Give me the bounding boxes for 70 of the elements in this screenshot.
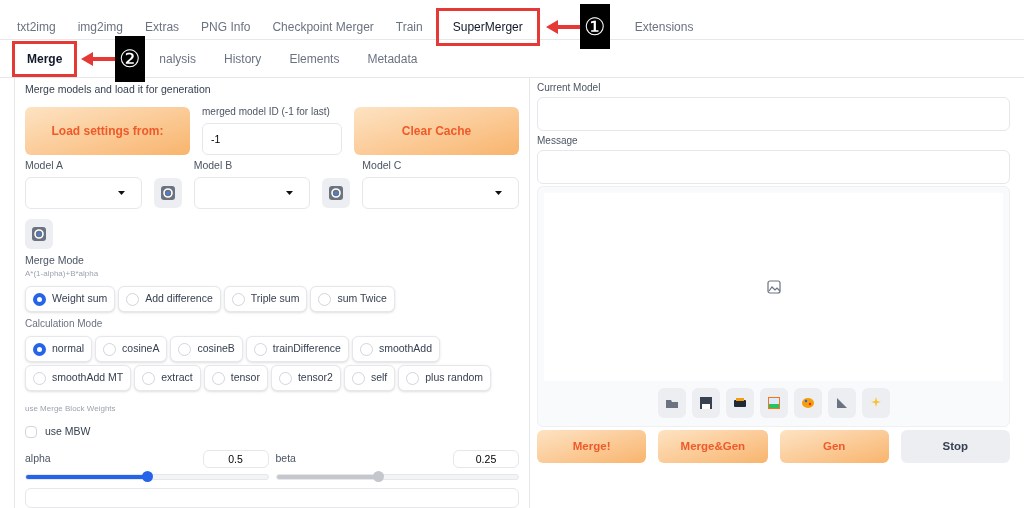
radio-option[interactable]: Triple sum [223, 286, 308, 313]
set-square-button[interactable] [827, 388, 856, 418]
checkbox-label: use MBW [45, 424, 91, 440]
refresh-button[interactable] [322, 177, 351, 208]
tab[interactable]: Checkpoint Merger [261, 17, 385, 36]
radio-option[interactable]: Weight sum [25, 286, 116, 313]
floppy-disk-button[interactable] [691, 388, 720, 418]
tab[interactable]: img2img [66, 17, 135, 36]
caret-icon [286, 190, 294, 195]
radio-option[interactable]: self [343, 365, 396, 392]
arrow-icon [545, 19, 582, 34]
field-label: Model A [25, 157, 64, 173]
checkbox[interactable] [25, 426, 37, 439]
radio-option[interactable]: tensor2 [270, 365, 341, 392]
slider-label: alpha [25, 451, 51, 467]
tab[interactable]: txt2img [6, 17, 67, 36]
formula-text: A*(1-alpha)+B*alpha [25, 268, 100, 281]
radio-option[interactable]: Add difference [118, 286, 221, 313]
refresh-icon [31, 225, 47, 242]
radio-option[interactable]: smoothAdd [351, 336, 441, 363]
slider-label: beta [275, 451, 296, 467]
radio-option[interactable]: extract [134, 365, 201, 392]
caret-icon [117, 190, 125, 195]
radio-option[interactable]: smoothAdd MT [25, 365, 132, 392]
arrow-icon [81, 51, 118, 66]
tab[interactable]: Metadata [353, 49, 432, 68]
slider-track[interactable] [25, 474, 269, 480]
slider-track[interactable] [275, 474, 519, 480]
number-badge: ② [115, 35, 146, 82]
refresh-button[interactable] [25, 218, 53, 249]
caret-icon [495, 190, 502, 195]
palette-icon [799, 395, 816, 411]
tab[interactable]: Merge [12, 40, 78, 77]
radio-option[interactable]: cosineB [170, 336, 243, 363]
tab[interactable]: Extensions [623, 17, 705, 36]
field-label: merged model ID (-1 for last) [202, 104, 331, 119]
field-label: Model B [193, 157, 234, 173]
field-label: Model C [362, 157, 403, 173]
section-label: Merge Mode [25, 252, 85, 268]
tab[interactable]: Extras [134, 17, 191, 36]
folder-button[interactable] [657, 388, 686, 418]
radio-option[interactable]: trainDifference [245, 336, 349, 363]
tab[interactable]: SuperMerger [435, 7, 540, 46]
model-id-field[interactable]: -1 [202, 122, 342, 155]
refresh-button[interactable] [153, 177, 182, 208]
field-label: Message [537, 134, 579, 148]
tab[interactable]: Elements [275, 49, 354, 68]
radio-option[interactable]: sum Twice [310, 286, 395, 313]
field-label: Current Model [537, 81, 602, 95]
radio-option[interactable]: plus random [398, 365, 492, 392]
action-button[interactable]: Stop [900, 430, 1010, 463]
printer-button[interactable] [725, 388, 754, 418]
section-label: Calculation Mode [25, 317, 104, 332]
number-badge: ① [579, 4, 610, 49]
radio-option[interactable]: normal [25, 336, 93, 363]
tab[interactable]: nalysis [145, 49, 211, 68]
tab[interactable]: History [210, 49, 276, 68]
description: Merge models and load it for generation [25, 82, 212, 97]
picture-icon [765, 395, 782, 411]
picture-button[interactable] [759, 388, 788, 418]
slider-thumb[interactable] [141, 471, 153, 482]
tab[interactable]: Train [384, 17, 434, 36]
slider-value-field[interactable]: 0.5 [202, 450, 269, 468]
refresh-icon [159, 184, 176, 201]
radio-option[interactable]: cosineA [95, 336, 168, 363]
image-icon [766, 280, 781, 294]
radio-option[interactable]: tensor [203, 365, 268, 392]
tab[interactable]: PNG Info [190, 17, 262, 36]
hint-text: use Merge Block Weights [25, 403, 117, 416]
refresh-icon [328, 184, 345, 201]
